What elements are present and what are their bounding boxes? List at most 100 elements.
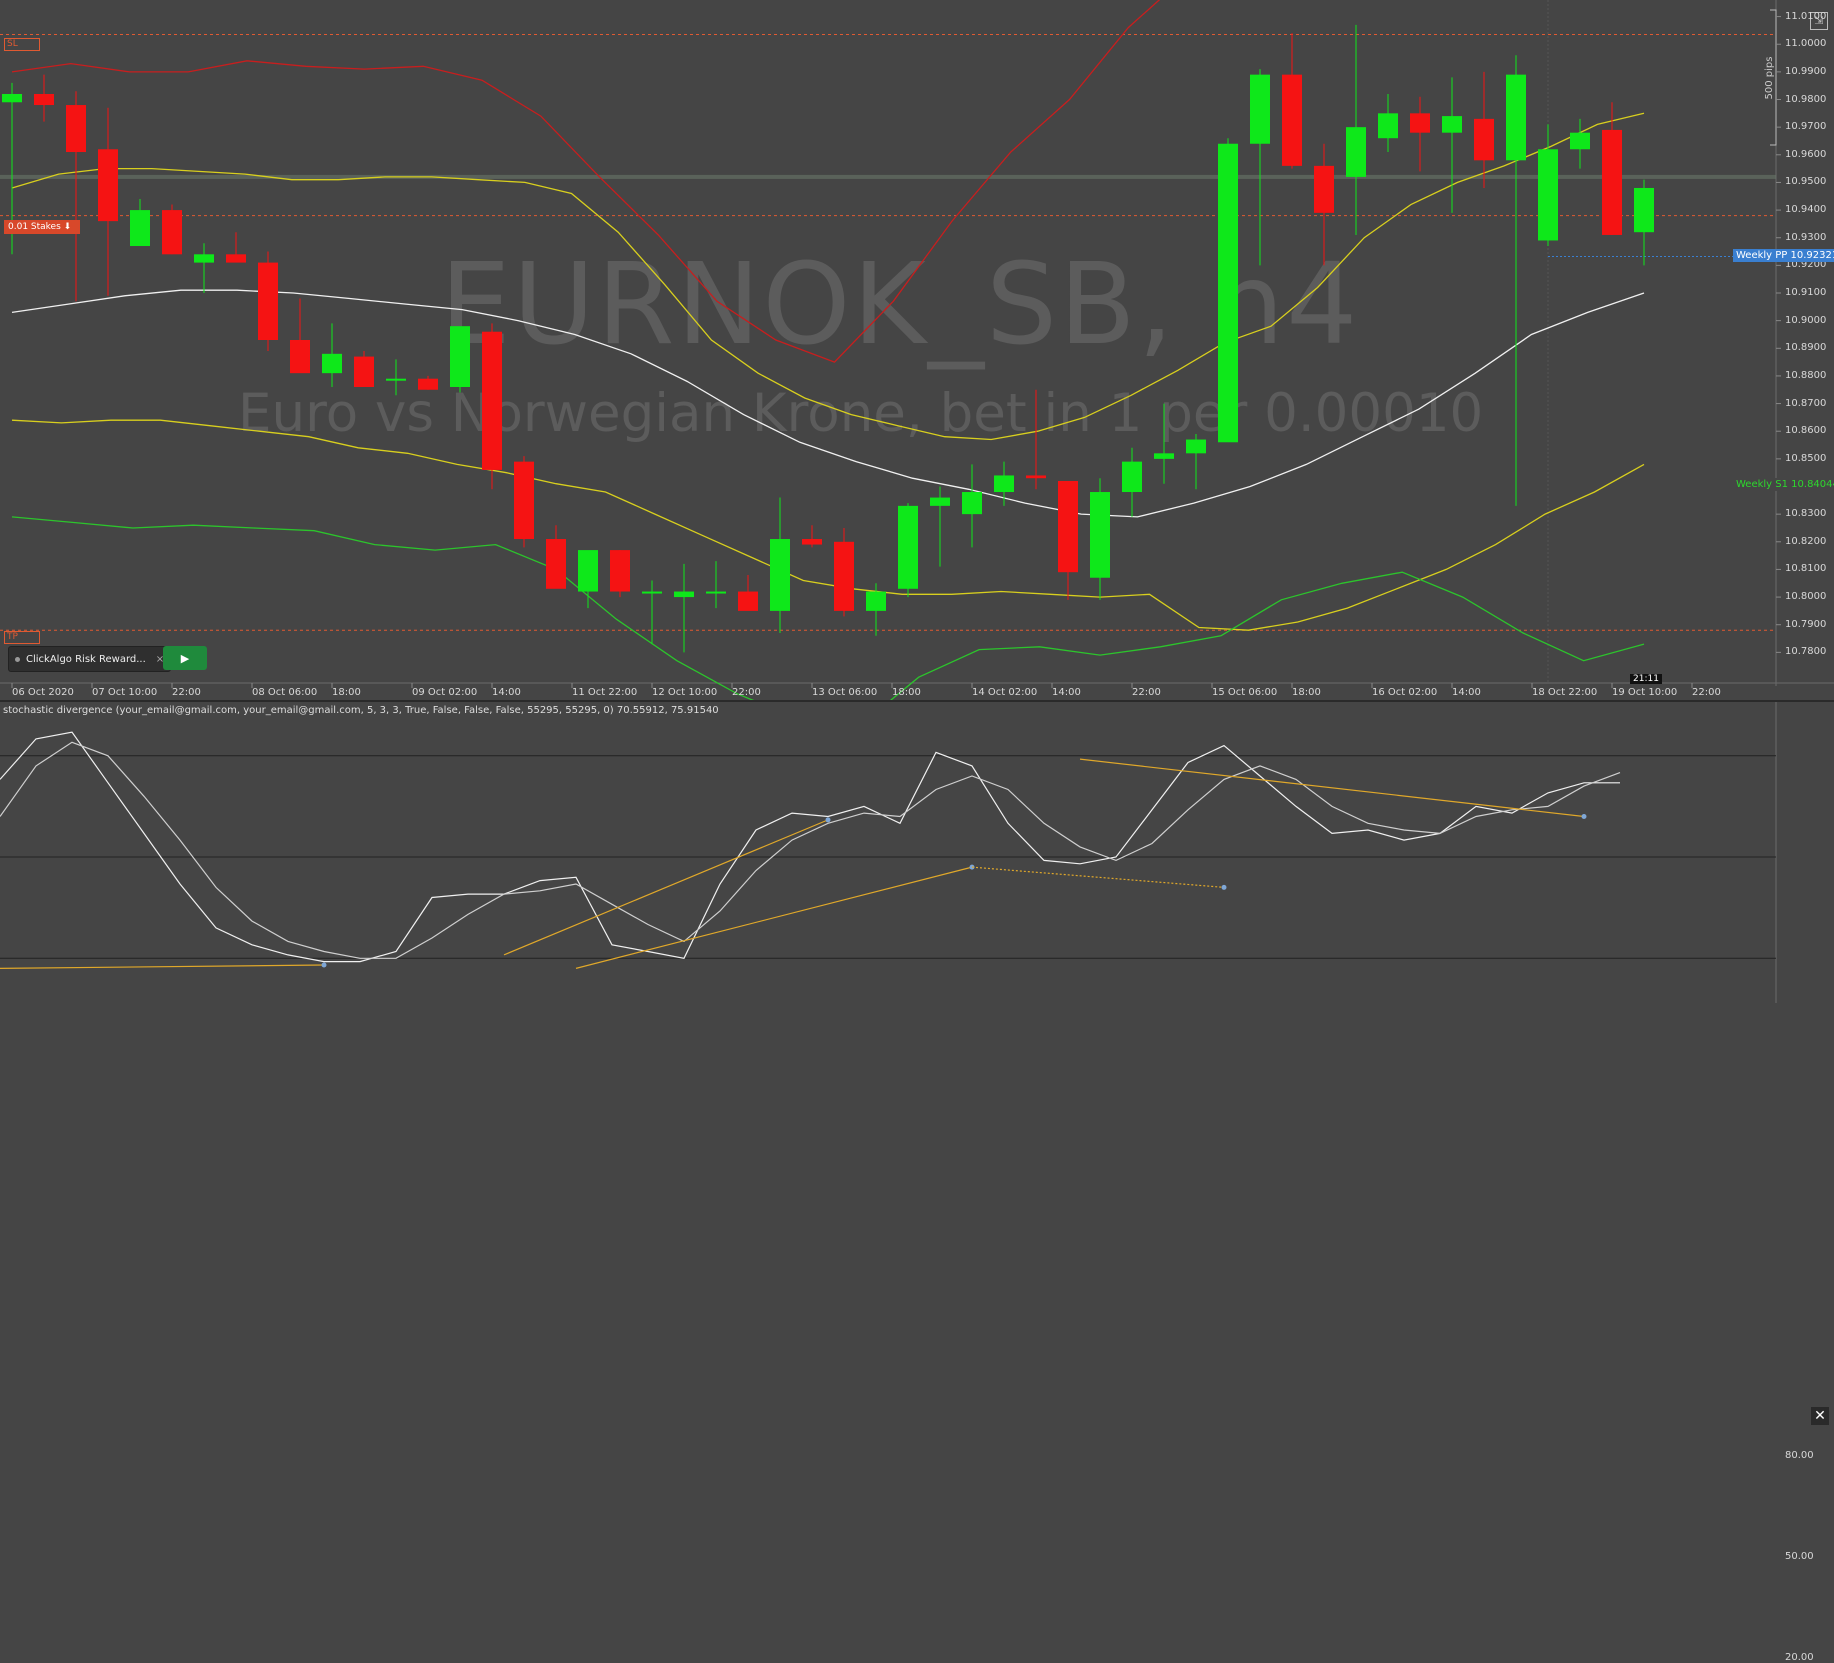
price-tick-label: 10.9600 xyxy=(1785,148,1827,160)
candle-body xyxy=(482,331,502,470)
candle xyxy=(802,525,822,548)
candle-body xyxy=(1346,127,1366,177)
candle-body xyxy=(1570,132,1590,150)
candle-body xyxy=(770,539,790,611)
stochastic-k-line xyxy=(0,731,1620,963)
candle-body xyxy=(1378,113,1398,139)
candle-body xyxy=(418,378,438,390)
time-tick-label: 18:00 xyxy=(332,687,361,698)
divergence-line xyxy=(1079,758,1585,818)
time-tick-label: 09 Oct 02:00 xyxy=(412,687,478,698)
bot-label: ClickAlgo Risk Reward... xyxy=(26,653,146,665)
candle xyxy=(642,580,662,645)
price-tick-label: 11.0100 xyxy=(1785,10,1827,22)
candle xyxy=(226,232,246,263)
candle xyxy=(1186,433,1206,490)
price-tick-label: 10.8900 xyxy=(1785,342,1827,354)
price-tick-label: 10.8600 xyxy=(1785,425,1827,437)
candle-body xyxy=(1474,118,1494,161)
price-tick-label: 10.8300 xyxy=(1785,508,1827,520)
candle-body xyxy=(610,550,630,592)
candle-body xyxy=(834,541,854,611)
candle xyxy=(930,486,950,567)
candle xyxy=(1538,124,1558,247)
pips-label: 500 pips xyxy=(1764,57,1775,100)
candle-body xyxy=(194,254,214,263)
price-tick-label: 10.9900 xyxy=(1785,65,1827,77)
close-pane-icon[interactable]: ✕ xyxy=(1811,1407,1829,1425)
osc-tick-label: 50.00 xyxy=(1785,1551,1814,1562)
price-tick-label: 10.9700 xyxy=(1785,121,1827,133)
candle xyxy=(1122,447,1142,517)
candle-body xyxy=(1058,480,1078,573)
time-tick-label: 22:00 xyxy=(1692,687,1721,698)
candle-body xyxy=(34,93,54,106)
candle-body xyxy=(1314,165,1334,213)
time-tick-label: 18:00 xyxy=(892,687,921,698)
candle xyxy=(1058,480,1078,600)
candle-body xyxy=(162,210,182,255)
candle xyxy=(674,563,694,653)
candle-body xyxy=(1602,129,1622,235)
play-button[interactable]: ▶ xyxy=(163,646,207,670)
price-tick-label: 10.8700 xyxy=(1785,397,1827,409)
divergence-line xyxy=(971,866,1225,888)
candle-body xyxy=(1154,453,1174,459)
candle xyxy=(834,527,854,617)
candle xyxy=(66,91,86,302)
candle-body xyxy=(386,378,406,381)
candle-body xyxy=(1634,187,1654,233)
candle xyxy=(34,74,54,122)
sl-tag[interactable]: SL xyxy=(4,38,40,51)
tp-tag[interactable]: TP xyxy=(4,631,40,644)
candle-body xyxy=(674,591,694,598)
candle-body xyxy=(994,475,1014,493)
candle-body xyxy=(514,461,534,540)
candle-body xyxy=(226,254,246,263)
candle xyxy=(1026,389,1046,490)
time-tick-label: 22:00 xyxy=(172,687,201,698)
candle-body xyxy=(1026,475,1046,479)
price-tick-label: 10.7800 xyxy=(1785,646,1827,658)
price-tick-label: 10.8100 xyxy=(1785,563,1827,575)
time-tick-label: 22:00 xyxy=(1132,687,1161,698)
candle-body xyxy=(1282,74,1302,166)
candle-body xyxy=(962,492,982,515)
time-tick-label: 07 Oct 10:00 xyxy=(92,687,158,698)
price-tick-label: 10.7900 xyxy=(1785,618,1827,630)
candle-body xyxy=(1218,143,1238,443)
candle xyxy=(610,550,630,598)
green-band-line xyxy=(11,516,1645,700)
price-tick-label: 10.9500 xyxy=(1785,176,1827,188)
candle xyxy=(1218,138,1238,443)
candle xyxy=(1314,143,1334,266)
candle-body xyxy=(98,149,118,222)
time-tick-label: 18:00 xyxy=(1292,687,1321,698)
candle xyxy=(1154,403,1174,484)
price-tick-label: 10.8800 xyxy=(1785,369,1827,381)
bot-button[interactable]: ClickAlgo Risk Reward... × xyxy=(8,646,172,672)
stake-tag[interactable]: 0.01 Stakes ⬇ xyxy=(4,220,80,234)
time-tick-label: 19 Oct 10:00 xyxy=(1612,687,1678,698)
candle-body xyxy=(866,591,886,611)
white-middle-line xyxy=(11,289,1645,518)
price-tick-label: 10.9300 xyxy=(1785,231,1827,243)
candle-body xyxy=(450,326,470,387)
candle xyxy=(354,351,374,387)
osc-tick-label: 80.00 xyxy=(1785,1449,1814,1461)
oscillator-pane[interactable]: stochastic divergence (your_email@gmail.… xyxy=(0,700,1834,1663)
time-tick-label: 11 Oct 22:00 xyxy=(572,687,638,698)
time-tick-label: 14:00 xyxy=(492,687,521,698)
candle xyxy=(1410,96,1430,172)
osc-tick-label: 20.00 xyxy=(1785,1652,1814,1663)
candle-body xyxy=(642,591,662,594)
candle-body xyxy=(130,210,150,247)
divergence-marker xyxy=(321,962,327,968)
candle xyxy=(898,503,918,598)
candle xyxy=(738,574,758,611)
status-dot-icon xyxy=(15,656,20,662)
time-tick-label: 18 Oct 22:00 xyxy=(1532,687,1598,698)
divergence-marker xyxy=(1581,814,1587,819)
price-chart-pane[interactable]: EURNOK_SB, h4 Euro vs Norwegian Krone, b… xyxy=(0,0,1834,700)
time-tick-label: 14:00 xyxy=(1052,687,1081,698)
